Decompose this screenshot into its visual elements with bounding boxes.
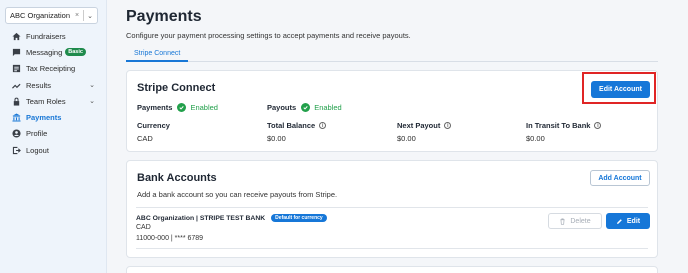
sidebar-item-profile[interactable]: Profile [0, 126, 107, 142]
bank-account-row: ABC Organization | STRIPE TEST BANK Defa… [136, 207, 650, 249]
next-card [126, 266, 658, 273]
chat-icon [12, 48, 21, 57]
info-icon[interactable]: i [444, 122, 452, 129]
sidebar-nav: Fundraisers Messaging Basic Tax Receipti… [0, 28, 107, 158]
organization-select-value: ABC Organization [10, 11, 71, 20]
bank-accounts-card: Bank Accounts Add a bank account so you … [126, 160, 658, 258]
sidebar: ABC Organization × ⌄ Fundraisers Messagi… [0, 0, 107, 273]
receipt-icon [12, 64, 21, 73]
bank-icon [12, 113, 21, 122]
select-divider [83, 10, 85, 21]
page-title: Payments [126, 8, 202, 25]
chevron-down-icon[interactable]: ⌄ [89, 81, 95, 89]
info-icon[interactable]: i [594, 122, 602, 129]
trash-icon [559, 218, 566, 225]
next-payout-value: $0.00 [397, 134, 416, 143]
sidebar-item-label: Messaging [26, 47, 63, 57]
bank-account-number: 11000-000 | **** 6789 [136, 235, 204, 242]
edit-bank-button[interactable]: Edit [606, 213, 650, 229]
in-transit-header: In Transit To Bank i [526, 121, 602, 130]
column-header-label: Currency [137, 121, 170, 130]
bank-accounts-subtitle: Add a bank account so you can receive pa… [137, 190, 338, 199]
payouts-label: Payouts [267, 103, 297, 112]
tab-bar: Stripe Connect [126, 47, 658, 62]
user-icon [12, 129, 21, 138]
main-content: Payments Configure your payment processi… [107, 0, 688, 273]
tab-stripe-connect[interactable]: Stripe Connect [126, 47, 189, 62]
stripe-connect-card: Stripe Connect Edit Account Payments Ena… [126, 70, 658, 152]
clear-icon[interactable]: × [75, 12, 79, 19]
payments-status: Payments Enabled [137, 103, 218, 112]
sidebar-item-messaging[interactable]: Messaging Basic [0, 44, 107, 60]
default-currency-pill: Default for currency [271, 214, 327, 222]
payments-status-text: Enabled [190, 103, 218, 112]
payments-label: Payments [137, 103, 173, 112]
page-subtitle: Configure your payment processing settin… [126, 31, 411, 40]
bank-account-name-text: ABC Organization | STRIPE TEST BANK [136, 214, 266, 222]
currency-header: Currency [137, 121, 170, 130]
column-header-label: In Transit To Bank [526, 121, 591, 130]
sidebar-item-label: Fundraisers [26, 31, 66, 41]
total-balance-header: Total Balance i [267, 121, 327, 130]
sidebar-item-team-roles[interactable]: Team Roles ⌄ [0, 93, 107, 109]
bank-account-currency: CAD [136, 224, 151, 231]
sidebar-item-results[interactable]: Results ⌄ [0, 77, 107, 93]
sidebar-item-tax-receipting[interactable]: Tax Receipting [0, 61, 107, 77]
in-transit-value: $0.00 [526, 134, 545, 143]
next-payout-header: Next Payout i [397, 121, 452, 130]
check-circle-icon [177, 103, 187, 112]
payouts-status: Payouts Enabled [267, 103, 342, 112]
sidebar-item-label: Profile [26, 129, 48, 139]
logout-icon [12, 146, 21, 155]
home-icon [12, 32, 21, 41]
info-icon[interactable]: i [319, 122, 327, 129]
total-balance-value: $0.00 [267, 134, 286, 143]
stripe-connect-title: Stripe Connect [137, 82, 216, 94]
sidebar-item-payments[interactable]: Payments [0, 109, 107, 125]
column-header-label: Next Payout [397, 121, 441, 130]
sidebar-item-fundraisers[interactable]: Fundraisers [0, 28, 107, 44]
bank-accounts-title: Bank Accounts [137, 172, 217, 184]
chevron-down-icon[interactable]: ⌄ [89, 97, 95, 105]
chevron-down-icon[interactable]: ⌄ [87, 12, 93, 20]
sidebar-item-label: Team Roles [26, 96, 66, 106]
organization-select[interactable]: ABC Organization × ⌄ [5, 7, 98, 24]
delete-bank-button[interactable]: Delete [548, 213, 602, 229]
sidebar-item-label: Payments [26, 113, 62, 123]
pencil-icon [616, 218, 623, 225]
sidebar-item-label: Results [26, 80, 52, 90]
sidebar-item-label: Tax Receipting [26, 64, 76, 74]
edit-account-button[interactable]: Edit Account [591, 81, 650, 98]
delete-button-label: Delete [570, 217, 591, 225]
column-header-label: Total Balance [267, 121, 316, 130]
payouts-status-text: Enabled [314, 103, 342, 112]
sidebar-item-label: Logout [26, 145, 49, 155]
currency-value: CAD [137, 134, 153, 143]
add-account-button[interactable]: Add Account [590, 170, 650, 186]
edit-button-label: Edit [626, 217, 641, 225]
trend-icon [12, 81, 21, 90]
check-circle-icon [301, 103, 311, 112]
lock-icon [12, 97, 21, 106]
sidebar-item-logout[interactable]: Logout [0, 142, 107, 158]
basic-badge: Basic [65, 48, 86, 57]
bank-account-name: ABC Organization | STRIPE TEST BANK Defa… [136, 214, 327, 222]
